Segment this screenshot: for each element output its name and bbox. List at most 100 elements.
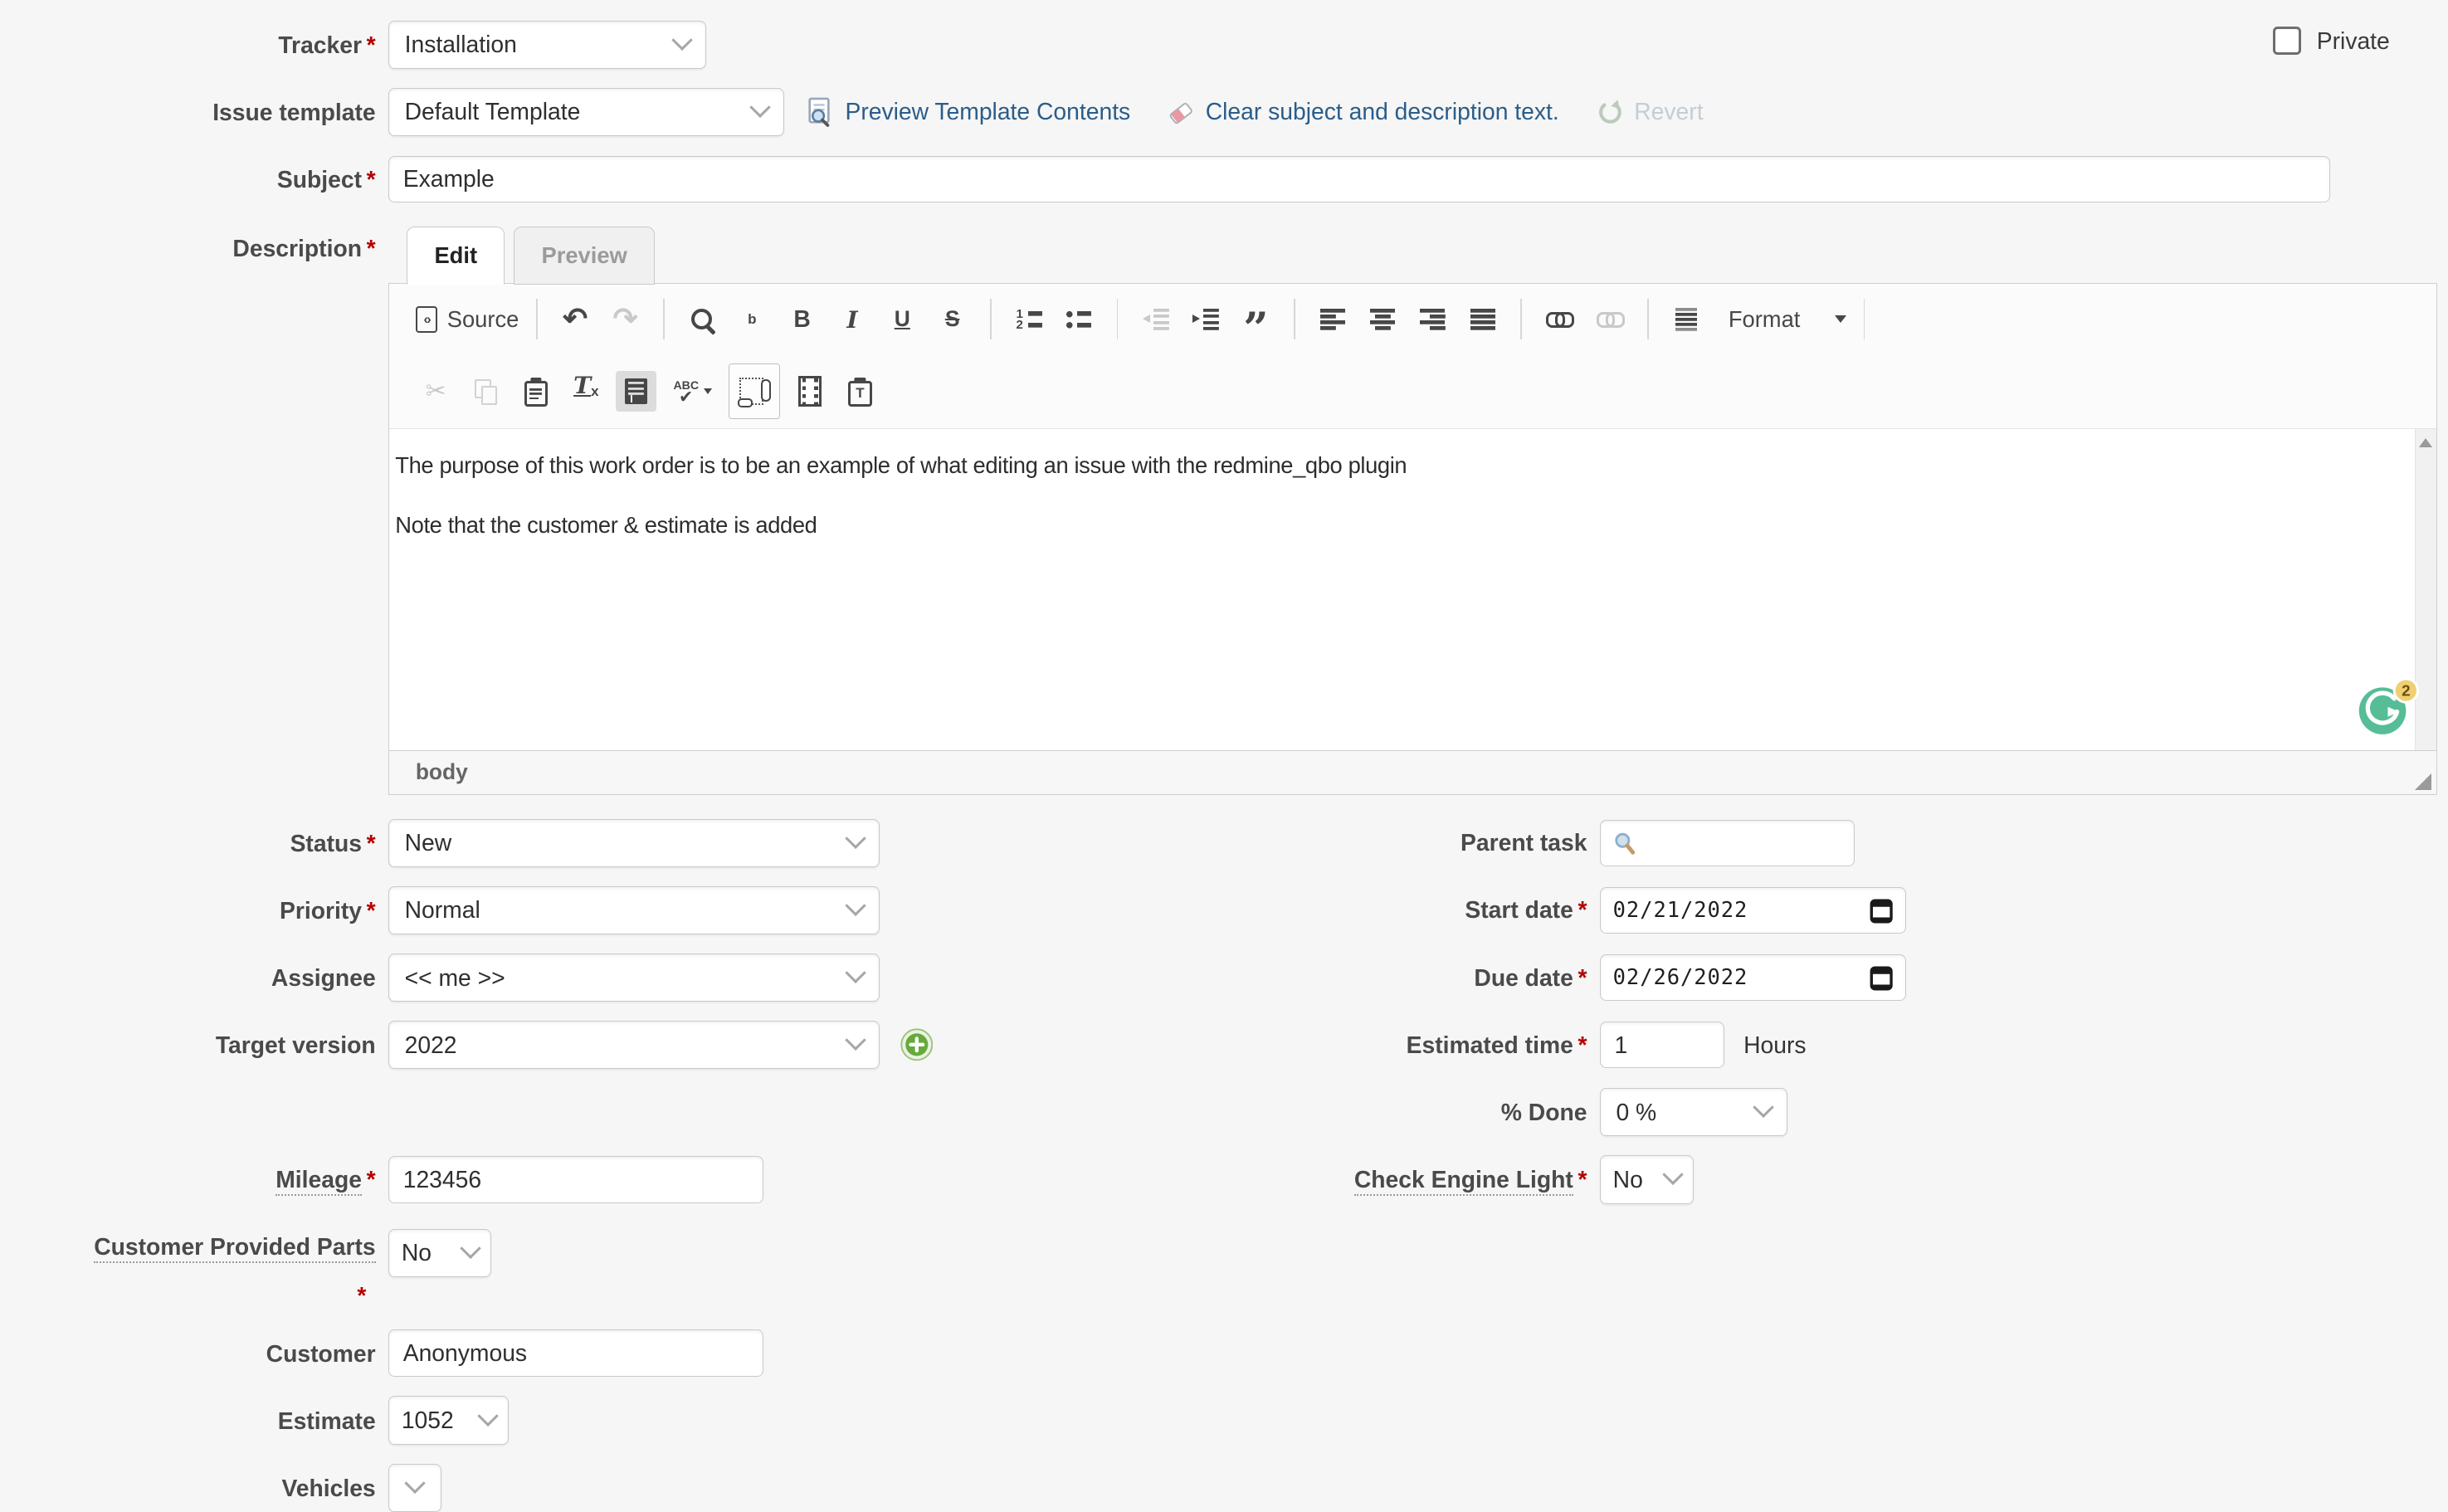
- description-editor: Edit Preview Source: [388, 227, 2437, 795]
- calendar-icon[interactable]: [1870, 964, 1893, 991]
- bold-button[interactable]: [782, 299, 822, 339]
- customer-label: Customer: [0, 1340, 388, 1367]
- align-right-icon: [1420, 309, 1445, 330]
- issue-template-select[interactable]: Default Template: [388, 88, 784, 136]
- chevron-down-icon: [1753, 1097, 1774, 1119]
- estimated-time-input[interactable]: [1600, 1022, 1725, 1069]
- due-date-input[interactable]: 02/26/2022: [1600, 954, 1907, 1002]
- select-all-button[interactable]: [616, 371, 656, 412]
- toolbar-separator: [536, 299, 538, 339]
- undo-button[interactable]: [555, 299, 596, 339]
- paste-button[interactable]: [515, 371, 556, 412]
- target-version-select[interactable]: 2022: [388, 1021, 880, 1069]
- unlink-button[interactable]: [1589, 299, 1630, 339]
- select-all-icon: [625, 378, 646, 403]
- estimated-time-suffix: Hours: [1743, 1032, 1806, 1059]
- mileage-input[interactable]: [388, 1156, 764, 1203]
- outdent-button[interactable]: [1135, 299, 1176, 339]
- required-marker: *: [367, 32, 376, 58]
- vehicles-select[interactable]: [388, 1464, 441, 1512]
- resize-handle[interactable]: [2415, 773, 2431, 790]
- replace-button[interactable]: [732, 299, 773, 339]
- revert-icon: [1597, 98, 1625, 126]
- numbered-list-button[interactable]: [1008, 299, 1049, 339]
- parent-task-input[interactable]: [1600, 820, 1855, 867]
- editor-tabs: Edit Preview: [388, 227, 2437, 283]
- scroll-up-icon[interactable]: [2419, 438, 2432, 447]
- source-button-label: Source: [447, 306, 519, 333]
- chevron-down-icon: [749, 97, 771, 119]
- widget-selection-icon: [739, 378, 763, 404]
- tab-edit[interactable]: Edit: [407, 227, 505, 285]
- tracker-value: Installation: [405, 31, 662, 58]
- priority-select[interactable]: Normal: [388, 886, 880, 934]
- source-button[interactable]: Source: [416, 299, 519, 339]
- estimate-select[interactable]: 1052: [388, 1396, 509, 1444]
- assignee-select[interactable]: << me >>: [388, 954, 880, 1002]
- editor-text[interactable]: The purpose of this work order is to be …: [389, 429, 2436, 540]
- strikethrough-button[interactable]: [932, 299, 973, 339]
- subject-label: Subject*: [0, 166, 388, 193]
- copy-button[interactable]: [466, 371, 506, 412]
- status-select[interactable]: New: [388, 819, 880, 867]
- align-center-button[interactable]: [1363, 299, 1403, 339]
- preview-document-icon: [806, 97, 836, 127]
- start-date-input[interactable]: 02/21/2022: [1600, 887, 1907, 934]
- toolbar-row-1: Source: [389, 284, 2436, 354]
- blockquote-button[interactable]: [1236, 299, 1276, 339]
- calendar-icon[interactable]: [1870, 897, 1893, 924]
- start-date-label-text: Start date: [1465, 896, 1573, 923]
- link-button[interactable]: [1539, 299, 1580, 339]
- check-engine-select[interactable]: No: [1600, 1155, 1694, 1203]
- cut-button[interactable]: [416, 371, 456, 412]
- status-label-text: Status: [290, 830, 362, 856]
- revert-link[interactable]: Revert: [1597, 98, 1704, 126]
- tracker-row: Tracker* Installation: [0, 21, 2448, 69]
- customer-parts-select[interactable]: No: [388, 1229, 491, 1277]
- due-date-label-text: Due date: [1474, 964, 1573, 991]
- percent-done-value: 0 %: [1616, 1099, 1743, 1126]
- percent-done-select[interactable]: 0 %: [1600, 1088, 1787, 1136]
- subject-input[interactable]: [388, 156, 2331, 203]
- due-date-value: 02/26/2022: [1613, 965, 1748, 990]
- status-row: Status* New Parent task: [0, 819, 2448, 867]
- find-button[interactable]: [681, 299, 722, 339]
- start-date-label: Start date*: [1166, 896, 1599, 924]
- line-height-button[interactable]: [1665, 299, 1706, 339]
- align-left-button[interactable]: [1312, 299, 1353, 339]
- template-actions: Preview Template Contents Clear subject …: [806, 97, 1703, 127]
- assignee-row: Assignee << me >> Due date* 02/26/2022: [0, 954, 2448, 1002]
- preview-template-link[interactable]: Preview Template Contents: [806, 97, 1130, 127]
- grammarly-button[interactable]: 2: [2356, 678, 2421, 738]
- toolbar-separator: [1520, 299, 1522, 339]
- editor-path-bar: body: [389, 750, 2436, 795]
- private-checkbox[interactable]: [2273, 27, 2301, 55]
- clear-subject-link[interactable]: Clear subject and description text.: [1168, 98, 1558, 125]
- customer-input[interactable]: [388, 1329, 764, 1377]
- caret-down-icon: [704, 388, 712, 394]
- remove-format-button[interactable]: [566, 371, 607, 412]
- required-marker: *: [1578, 1032, 1587, 1058]
- add-version-button[interactable]: [900, 1028, 934, 1061]
- tab-preview[interactable]: Preview: [514, 227, 654, 285]
- paste-text-button[interactable]: [840, 371, 880, 412]
- underline-button[interactable]: [882, 299, 923, 339]
- media-embed-button[interactable]: [790, 371, 831, 412]
- required-marker: *: [357, 1282, 366, 1309]
- indent-button[interactable]: [1186, 299, 1226, 339]
- check-engine-group: Check Engine Light* No: [1166, 1155, 1694, 1203]
- justify-button[interactable]: [1462, 299, 1503, 339]
- tracker-select[interactable]: Installation: [388, 21, 706, 69]
- spell-check-button[interactable]: [666, 371, 719, 412]
- redo-button[interactable]: [605, 299, 646, 339]
- chevron-down-icon: [460, 1238, 481, 1260]
- align-right-button[interactable]: [1412, 299, 1453, 339]
- element-path-label[interactable]: body: [416, 759, 468, 785]
- editor-content-area[interactable]: The purpose of this work order is to be …: [389, 429, 2436, 750]
- widget-button[interactable]: [729, 363, 780, 418]
- format-select[interactable]: Format: [1716, 299, 1846, 339]
- bulleted-list-button[interactable]: [1059, 299, 1100, 339]
- description-section: Description* Edit Preview Source: [0, 227, 2448, 795]
- issue-template-label: Issue template: [0, 99, 388, 125]
- italic-button[interactable]: [831, 299, 872, 339]
